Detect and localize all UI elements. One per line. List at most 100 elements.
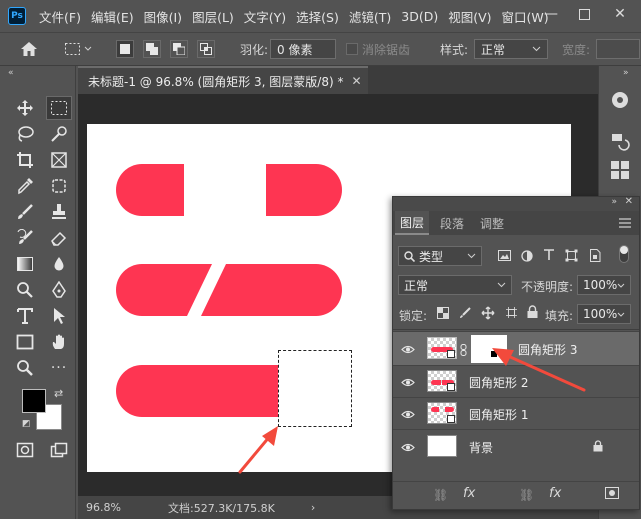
more-tools-icon[interactable]: ··· <box>46 356 72 380</box>
type-tool-icon[interactable] <box>12 304 38 328</box>
pen-tool-icon[interactable] <box>46 278 72 302</box>
close-tab-icon[interactable]: ✕ <box>351 74 361 88</box>
eyedropper-tool-icon[interactable] <box>12 174 38 198</box>
close-icon[interactable]: ✕ <box>604 0 636 28</box>
filter-pixel-icon[interactable] <box>498 250 511 264</box>
feather-input[interactable]: 0 像素 <box>270 39 336 59</box>
quick-selection-tool-icon[interactable] <box>46 122 72 146</box>
new-selection-button[interactable] <box>116 33 134 65</box>
filter-type-icon[interactable] <box>543 249 555 264</box>
lock-transparent-icon[interactable] <box>437 307 449 322</box>
history-panel-icon[interactable] <box>610 132 630 155</box>
swatches-panel-icon[interactable] <box>610 160 630 183</box>
visibility-eye-icon[interactable] <box>401 442 415 452</box>
fx-effects-icon-2[interactable]: fx <box>549 486 561 501</box>
shape-masked-pill[interactable] <box>116 365 278 417</box>
menu-3d[interactable]: 3D(D) <box>396 9 443 24</box>
lock-position-icon[interactable] <box>481 306 495 323</box>
tab-adjustments[interactable]: 调整 <box>475 211 509 235</box>
dodge-tool-icon[interactable] <box>12 278 38 302</box>
spot-healing-tool-icon[interactable] <box>46 174 72 198</box>
lasso-tool-icon[interactable] <box>12 122 38 146</box>
home-icon[interactable] <box>20 33 38 65</box>
subtract-selection-button[interactable] <box>170 33 188 65</box>
frame-tool-icon[interactable] <box>46 148 72 172</box>
layer-name[interactable]: 圆角矩形 1 <box>469 406 528 423</box>
tab-paragraph[interactable]: 段落 <box>435 211 469 235</box>
shape-half-right-top[interactable] <box>266 164 342 216</box>
zoom-level[interactable]: 96.8% <box>86 501 156 514</box>
blur-tool-icon[interactable] <box>46 252 72 276</box>
zoom-tool-icon[interactable] <box>12 356 38 380</box>
filter-kind-select[interactable]: 类型 <box>398 246 482 266</box>
intersect-selection-button[interactable] <box>197 33 215 65</box>
tab-layers[interactable]: 图层 <box>395 211 429 235</box>
blend-mode-select[interactable]: 正常 <box>398 275 512 295</box>
eraser-tool-icon[interactable] <box>46 226 72 250</box>
layer-name[interactable]: 背景 <box>469 439 493 456</box>
quick-mask-icon[interactable] <box>12 438 38 462</box>
link-chain-icon[interactable] <box>460 344 467 359</box>
visibility-eye-icon[interactable] <box>401 409 415 419</box>
filter-smart-object-icon[interactable] <box>589 249 601 265</box>
filter-adjustment-icon[interactable] <box>521 250 533 265</box>
fill-input[interactable]: 100% <box>577 304 631 324</box>
link-layers-icon[interactable]: ⛓ <box>433 488 448 502</box>
filter-shape-icon[interactable] <box>565 249 578 265</box>
move-tool-icon[interactable] <box>12 96 38 120</box>
expand-panels-icon[interactable]: » <box>623 68 629 78</box>
menu-select[interactable]: 选择(S) <box>291 7 344 26</box>
add-selection-button[interactable] <box>143 33 161 65</box>
marquee-preset-icon[interactable] <box>64 33 94 65</box>
rect-marquee-tool-icon[interactable] <box>46 96 72 120</box>
lock-pixels-icon[interactable] <box>459 306 472 322</box>
swap-colors-icon[interactable]: ⇄ <box>54 387 63 400</box>
lock-all-icon[interactable] <box>527 305 538 322</box>
visibility-eye-icon[interactable] <box>401 377 415 387</box>
shape-half-left-top[interactable] <box>116 164 184 216</box>
filter-toggle[interactable] <box>619 245 629 263</box>
brush-tool-icon[interactable] <box>12 200 38 224</box>
minimize-icon[interactable]: — <box>535 0 567 28</box>
close-panel-icon[interactable]: ✕ <box>625 196 633 207</box>
panel-header-bar: » ✕ <box>393 196 639 211</box>
opacity-input[interactable]: 100% <box>577 275 631 295</box>
menu-file[interactable]: 文件(F) <box>34 7 86 26</box>
menu-image[interactable]: 图像(I) <box>139 7 187 26</box>
marquee-selection[interactable] <box>278 350 352 427</box>
color-panel-icon[interactable] <box>610 90 630 113</box>
layer-row-rounded-rect-1[interactable]: 圆角矩形 1 <box>393 397 639 429</box>
menu-view[interactable]: 视图(V) <box>443 7 496 26</box>
lock-artboard-icon[interactable] <box>505 306 518 322</box>
antialias-checkbox[interactable] <box>346 33 358 65</box>
gradient-tool-icon[interactable] <box>12 252 38 276</box>
add-mask-icon[interactable] <box>605 487 619 502</box>
history-brush-tool-icon[interactable] <box>12 226 38 250</box>
fx-effects-icon[interactable]: fx <box>463 486 475 501</box>
collapse-panel-icon[interactable]: » <box>611 197 617 207</box>
antialias-label: 消除锯齿 <box>362 42 411 57</box>
menu-layer[interactable]: 图层(L) <box>187 7 239 26</box>
foreground-color-swatch[interactable] <box>22 389 46 413</box>
layer-row-background[interactable]: 背景 <box>393 429 639 463</box>
menu-filter[interactable]: 滤镜(T) <box>344 7 396 26</box>
screen-mode-icon[interactable] <box>46 438 72 462</box>
visibility-eye-icon[interactable] <box>401 344 415 354</box>
status-expand-icon[interactable]: › <box>311 501 315 514</box>
panel-menu-icon[interactable] <box>619 217 631 231</box>
maximize-icon[interactable] <box>568 0 600 28</box>
rectangle-tool-icon[interactable] <box>12 330 38 354</box>
collapse-icon[interactable]: « <box>8 68 14 78</box>
style-select[interactable]: 正常 <box>474 39 548 59</box>
crop-tool-icon[interactable] <box>12 148 38 172</box>
document-tab[interactable]: 未标题-1 @ 96.8% (圆角矩形 3, 图层蒙版/8) * ✕ <box>78 66 368 94</box>
menu-type[interactable]: 文字(Y) <box>239 7 291 26</box>
hand-tool-icon[interactable] <box>46 330 72 354</box>
width-input[interactable] <box>596 39 640 59</box>
link-layers-icon-2[interactable]: ⛓ <box>519 488 534 502</box>
path-selection-tool-icon[interactable] <box>46 304 72 328</box>
default-colors-icon[interactable]: ◩ <box>22 419 31 429</box>
shape-split-pill[interactable] <box>116 264 342 316</box>
menu-edit[interactable]: 编辑(E) <box>86 7 139 26</box>
clone-stamp-tool-icon[interactable] <box>46 200 72 224</box>
